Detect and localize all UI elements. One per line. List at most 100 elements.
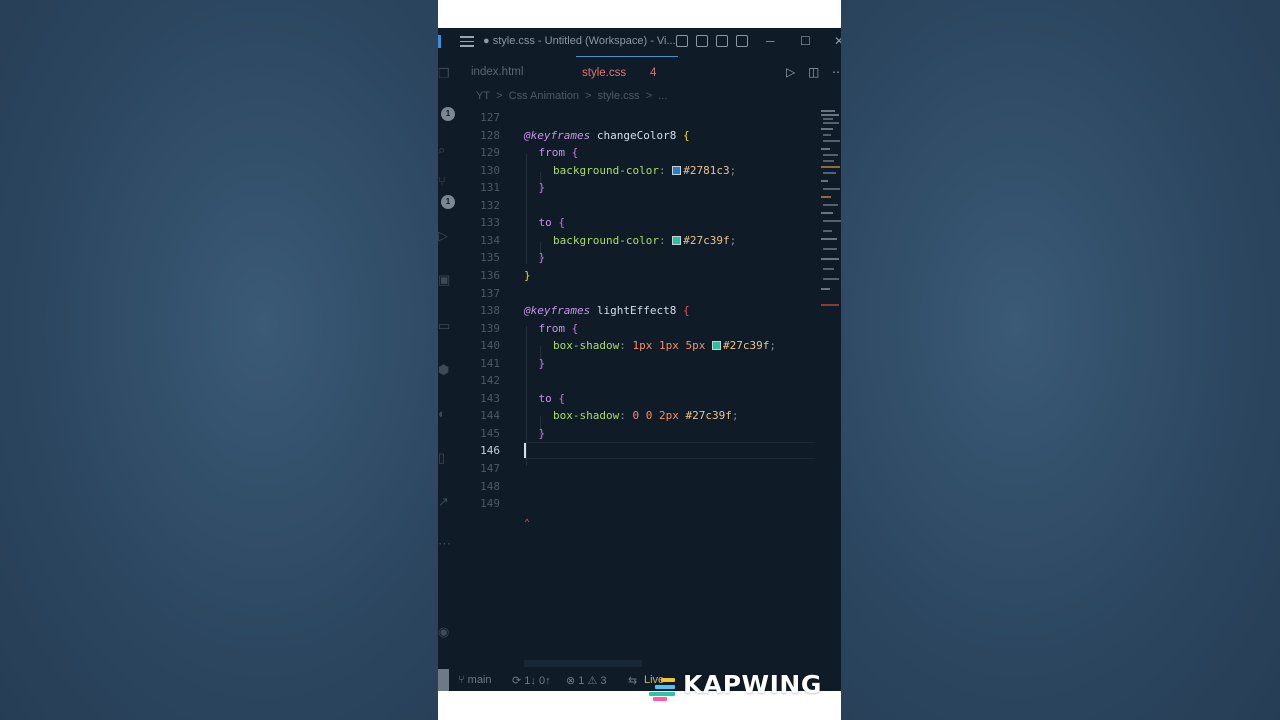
code-line[interactable]: 141} xyxy=(454,355,814,372)
code-line[interactable]: 148 xyxy=(454,478,814,495)
docs-icon[interactable]: ▯ xyxy=(438,450,452,466)
close-brace: } xyxy=(538,356,546,370)
code-line[interactable]: 142 xyxy=(454,372,814,389)
open-brace: { xyxy=(682,304,690,318)
hamburger-menu-icon[interactable] xyxy=(460,36,474,47)
code-line[interactable]: 138 @keyframes lightEffect8 { xyxy=(454,302,814,319)
line-number: 132 xyxy=(480,198,500,212)
bitbucket-icon[interactable]: ⬢ xyxy=(438,362,452,378)
github-icon[interactable]: ◐ xyxy=(438,406,452,421)
code-text: } xyxy=(539,355,546,372)
code-line[interactable]: 137 xyxy=(454,285,814,302)
activity-bar: ❐ 1 ⌕ ⑂ 1 ▷ ▣ ▭ ⬢ ◐ ▯ ↗ ⋯ ◉ ⚙ xyxy=(438,56,455,683)
code-line[interactable]: 135} xyxy=(454,249,814,266)
toggle-primary-sidebar-icon[interactable] xyxy=(676,35,688,47)
tab-index-html[interactable]: index.html xyxy=(471,56,523,89)
close-brace: } xyxy=(538,181,546,195)
code-line[interactable]: 143 to { xyxy=(454,390,814,407)
more-views-icon[interactable]: ⋯ xyxy=(438,536,452,552)
line-number: 128 xyxy=(480,128,500,142)
error-marker-icon: ⌃ xyxy=(524,518,531,529)
code-line[interactable]: 134 background-color: #27c39f; xyxy=(454,232,814,249)
breadcrumb-item[interactable]: style.css xyxy=(598,90,640,102)
branch-icon: ⑂ xyxy=(458,674,468,686)
code-line[interactable]: 145} xyxy=(454,425,814,442)
source-control-icon[interactable]: ⑂ xyxy=(438,174,452,189)
code-line[interactable]: 127 xyxy=(454,109,814,126)
line-number: 146 xyxy=(480,444,500,458)
code-line[interactable]: 147 xyxy=(454,460,814,477)
toggle-secondary-sidebar-icon[interactable] xyxy=(716,35,728,47)
more-actions-icon[interactable]: ⋯ xyxy=(832,65,841,79)
keyframes-name: lightEffect8 xyxy=(590,304,683,318)
css-property: box-shadow xyxy=(553,339,620,353)
code-line[interactable]: 130 background-color: #2781c3; xyxy=(454,162,814,179)
color-value: #27c39f xyxy=(685,409,732,423)
code-line[interactable]: 131} xyxy=(454,179,814,196)
line-number: 135 xyxy=(480,251,500,265)
breadcrumb-item[interactable]: Css Animation xyxy=(509,90,579,102)
customize-layout-icon[interactable] xyxy=(736,35,748,47)
code-line[interactable]: 136} xyxy=(454,267,814,284)
code-line[interactable]: 129 from { xyxy=(454,144,814,161)
code-line[interactable]: 146 xyxy=(454,442,815,460)
tab-style-css[interactable]: style.css 4 xyxy=(576,56,678,89)
code-line[interactable]: 132 xyxy=(454,197,814,214)
code-text: @keyframes lightEffect8 { xyxy=(524,302,690,319)
at-rule-keyword: @keyframes xyxy=(524,128,591,142)
line-number: 133 xyxy=(480,216,500,230)
run-icon[interactable]: ▷ xyxy=(786,65,795,79)
explorer-icon[interactable]: ❐ xyxy=(438,66,452,82)
live-share-status-icon[interactable]: ⇆ xyxy=(628,674,637,687)
color-swatch[interactable] xyxy=(672,235,682,245)
code-line[interactable]: 139 from { xyxy=(454,320,814,337)
line-number: 139 xyxy=(480,321,500,335)
close-icon[interactable]: ✕ xyxy=(834,34,841,48)
breadcrumb-item[interactable]: ... xyxy=(658,90,667,102)
run-debug-icon[interactable]: ▷ xyxy=(438,228,452,244)
remote-explorer-icon[interactable]: ▭ xyxy=(438,318,452,334)
vscode-logo-icon xyxy=(438,35,441,48)
code-line[interactable]: 128 @keyframes changeColor8 { xyxy=(454,127,814,144)
code-line[interactable]: 140 box-shadow: 1px 1px 5px #27c39f; xyxy=(454,337,814,354)
breadcrumb-item[interactable]: YT xyxy=(476,90,490,102)
sync-indicator[interactable]: ⟳ 1↓ 0↑ xyxy=(512,674,551,687)
maximize-icon[interactable]: ☐ xyxy=(800,34,811,48)
title-bar: ● style.css - Untitled (Workspace) - Vi.… xyxy=(438,28,841,56)
line-number: 127 xyxy=(480,111,500,124)
css-value: 0 0 2px xyxy=(632,409,686,423)
color-swatch[interactable] xyxy=(711,341,721,351)
breadcrumb-separator: > xyxy=(585,90,592,102)
code-editor[interactable]: 127 128 @keyframes changeColor8 {129 from {… xyxy=(454,108,815,668)
problems-indicator[interactable]: ⊗ 1 ⚠ 3 xyxy=(566,674,607,687)
toggle-panel-icon[interactable] xyxy=(696,35,708,47)
search-icon[interactable]: ⌕ xyxy=(438,142,452,158)
minimap[interactable] xyxy=(820,108,841,318)
minimize-icon[interactable]: ─ xyxy=(766,34,775,48)
line-number: 140 xyxy=(480,339,500,353)
window-title: ● style.css - Untitled (Workspace) - Vi.… xyxy=(483,35,676,47)
extensions-icon[interactable]: ▣ xyxy=(438,272,452,288)
account-icon[interactable]: ◉ xyxy=(438,624,452,640)
horizontal-scrollbar[interactable] xyxy=(524,660,642,667)
kapwing-wordmark: KAPWING xyxy=(683,670,822,699)
split-editor-icon[interactable]: ◫ xyxy=(808,65,819,79)
code-line[interactable]: 144 box-shadow: 0 0 2px #27c39f; xyxy=(454,407,814,424)
color-swatch[interactable] xyxy=(672,165,682,175)
code-text: } xyxy=(539,179,546,196)
blurred-background-left xyxy=(0,0,438,720)
open-brace: { xyxy=(682,128,690,142)
code-line[interactable]: 133 to { xyxy=(454,214,814,231)
close-brace: } xyxy=(538,426,546,440)
line-number: 149 xyxy=(480,497,500,511)
code-text: background-color: #2781c3; xyxy=(553,162,736,179)
branch-indicator[interactable]: ⑂ main xyxy=(458,674,492,686)
code-line[interactable]: 149 xyxy=(454,495,814,512)
semicolon: ; xyxy=(731,409,739,423)
line-number: 137 xyxy=(480,286,500,300)
live-share-icon[interactable]: ↗ xyxy=(438,494,452,510)
remote-indicator[interactable] xyxy=(438,669,449,691)
color-value: #27c39f xyxy=(722,339,770,353)
line-number: 147 xyxy=(480,462,500,475)
code-text: from { xyxy=(539,144,579,161)
